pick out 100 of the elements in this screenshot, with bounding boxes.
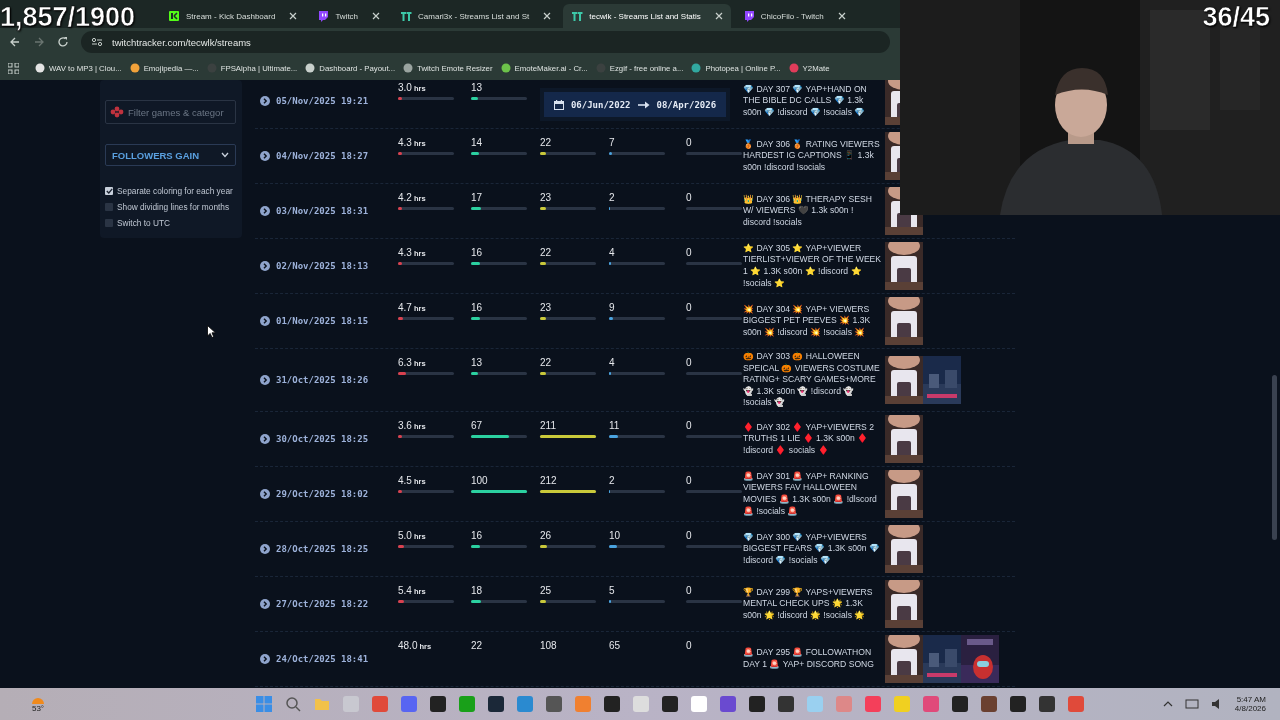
app-icon[interactable] (778, 696, 795, 712)
checkbox-label[interactable]: Show dividing lines for months (117, 202, 230, 212)
close-icon[interactable] (543, 12, 552, 20)
app-icon[interactable] (662, 696, 679, 712)
bookmark-icon (129, 63, 140, 73)
address-bar[interactable]: twitchtracker.com/tecwlk/streams (81, 31, 890, 53)
table-cell: 7 (609, 137, 615, 148)
calendar-icon (553, 99, 564, 110)
search-icon[interactable] (285, 696, 302, 712)
app-icon[interactable] (749, 696, 766, 712)
checkbox-label[interactable]: Separate coloring for each year (117, 186, 233, 196)
checkbox-label[interactable]: Switch to UTC (117, 218, 171, 228)
scrollbar-thumb[interactable] (1272, 375, 1277, 540)
table-cell: 0 (686, 357, 692, 368)
metric-dropdown[interactable]: FOLLOWERS GAIN (105, 144, 236, 166)
stream-title[interactable]: ♦ DAY 302 ♦ YAP+VIEWERS 2 TRUTHS 1 LIE ♦ 1.3K s00n ♦ !discord ♦ socials ♦ (743, 421, 885, 457)
temperature[interactable]: 53° (31, 703, 45, 713)
table-cell: 0 (686, 639, 692, 651)
start-date: 06/Jun/2022 (570, 99, 631, 110)
table-cell: 2 (609, 192, 615, 203)
stream-title[interactable]: 🏆 DAY 299 🏆 YAPS+VIEWERS MENTAL CHECK UPS 🌟 1.3K s00n 🌟 !discord 🌟 !socials 🌟 (743, 586, 885, 622)
chevron-circle-icon[interactable] (260, 261, 270, 271)
close-icon[interactable] (837, 12, 846, 20)
chevron-circle-icon[interactable] (260, 543, 270, 554)
table-cell: 9 (609, 302, 615, 313)
table-cell: 4 (609, 247, 615, 258)
tab-title[interactable]: tecwlk - Streams List and Statis (589, 11, 701, 21)
chevron-up-icon[interactable] (1162, 701, 1173, 707)
stream-date[interactable]: 02/Nov/2025 18:13 (276, 261, 369, 271)
app-icon[interactable] (604, 696, 621, 712)
browser-tab[interactable]: ChicoFilo - Twitch (734, 4, 854, 28)
table-cell: 16 (471, 302, 483, 313)
follower-counter: 1,857/1900 (0, 2, 136, 33)
table-cell: 4.3 (398, 247, 412, 258)
stream-title[interactable]: 🚨 DAY 295 🚨 FOLLOWATHON DAY 1 🚨 YAP+ DISCORD SONG (743, 647, 885, 671)
stream-date[interactable]: 03/Nov/2025 18:31 (276, 206, 369, 216)
table-cell: 5.4 (398, 584, 412, 596)
app-icon[interactable] (981, 696, 998, 712)
stream-title[interactable]: 🥉 DAY 306 🥉 RATING VIEWERS HARDEST IG CAPTIONS 📱 1.3k s00n !discord !socials (743, 138, 885, 174)
chevron-circle-icon[interactable] (260, 206, 270, 216)
tab-title[interactable]: ChicoFilo - Twitch (760, 11, 824, 21)
network-icon[interactable] (1184, 698, 1199, 710)
stream-date[interactable]: 05/Nov/2025 19:21 (276, 96, 369, 106)
chevron-circle-icon[interactable] (260, 653, 270, 664)
kick-logo-icon (168, 10, 180, 22)
date-range-picker[interactable]: 06/Jun/2022 08/Apr/2026 (540, 88, 730, 121)
tab-title[interactable]: Stream - Kick Dashboard (186, 11, 276, 21)
app-icon[interactable] (430, 696, 447, 712)
clock[interactable]: 5:47 AM 4/8/2026 (1234, 695, 1266, 713)
stream-title[interactable]: 💎 DAY 300 💎 YAP+VIEWERS BIGGEST FEARS 💎 1.3K s00n 💎 !discord 💎 !socials 💎 (743, 531, 885, 567)
app-icon[interactable] (952, 696, 969, 712)
chevron-circle-icon[interactable] (260, 598, 270, 609)
tab-title[interactable]: Twitch (335, 11, 359, 21)
stream-title[interactable]: 🎃 DAY 303 🎃 HALLOWEEN SPEICAL 🎃 VIEWERS COSTUME RATING+ SCARY GAMES+MORE 👻 1.3K s00n 👻 !discord 👻 !socials 👻 (743, 351, 885, 409)
checkbox[interactable] (105, 187, 113, 195)
table-cell: 23 (540, 302, 552, 313)
stream-date[interactable]: 27/Oct/2025 18:22 (276, 598, 369, 609)
app-icon[interactable] (1039, 696, 1056, 712)
stream-date[interactable]: 01/Nov/2025 18:15 (276, 316, 369, 326)
stream-title[interactable]: 👑 DAY 306 👑 THERAPY SESH W/ VIEWERS 🖤 1.3k s00n ! discord !socials (743, 193, 885, 229)
browser-tab[interactable]: Twitch (309, 4, 389, 28)
checkbox[interactable] (105, 203, 113, 211)
app-icon[interactable] (1010, 696, 1027, 712)
apps-grid-icon[interactable] (8, 62, 19, 74)
chevron-circle-icon[interactable] (260, 433, 270, 444)
chevron-circle-icon[interactable] (260, 316, 270, 326)
browser-tab[interactable]: tecwlk - Streams List and Statis (563, 4, 731, 28)
stream-date[interactable]: 29/Oct/2025 18:02 (276, 488, 369, 499)
stream-date[interactable]: 04/Nov/2025 18:27 (276, 151, 369, 161)
forward-icon[interactable] (33, 36, 45, 48)
chevron-circle-icon[interactable] (260, 488, 270, 499)
app-icon[interactable] (546, 696, 563, 712)
close-icon[interactable] (289, 12, 298, 20)
table-cell: 0 (686, 584, 692, 596)
close-icon[interactable] (714, 12, 723, 20)
url-text[interactable]: twitchtracker.com/tecwlk/streams (112, 36, 251, 48)
app-icon[interactable] (488, 696, 505, 712)
checkmark-icon (105, 188, 113, 194)
reload-icon[interactable] (57, 36, 69, 48)
stream-title[interactable]: 🚨 DAY 301 🚨 YAP+ RANKING VIEWERS FAV HALLOWEEN MOVIES 🚨 1.3K s00n 🚨 !dlscord 🚨 !socials 🚨 (743, 470, 885, 518)
stream-date[interactable]: 28/Oct/2025 18:25 (276, 543, 369, 554)
browser-tab[interactable]: Camari3x - Streams List and St (392, 4, 560, 28)
stream-title[interactable]: ⭐ DAY 305 ⭐ YAP+VIEWER TIERLIST+VIEWER OF THE WEEK 1 ⭐ 1.3K s00n ⭐ !discord ⭐ !socials ⭐ (743, 242, 885, 290)
chevron-circle-icon[interactable] (260, 375, 270, 385)
stream-date[interactable]: 30/Oct/2025 18:25 (276, 433, 369, 444)
stream-date[interactable]: 31/Oct/2025 18:26 (276, 375, 369, 385)
table-cell: 0 (686, 137, 692, 148)
tab-title[interactable]: Camari3x - Streams List and St (418, 11, 530, 21)
stream-title[interactable]: 💥 DAY 304 💥 YAP+ VIEWERS BIGGEST PET PEEVES 💥 1.3K s00n 💥 !discord 💥 !socials 💥 (743, 303, 885, 339)
stream-title[interactable]: 💎 DAY 307 💎 YAP+HAND ON THE BIBLE DC CALLS 💎 1.3k s00n 💎 !discord 💎 !socials 💎 (743, 83, 885, 119)
close-icon[interactable] (372, 12, 381, 20)
table-cell: 211 (540, 419, 556, 431)
chevron-circle-icon[interactable] (260, 151, 270, 161)
checkbox[interactable] (105, 219, 113, 227)
back-icon[interactable] (9, 36, 21, 48)
search-field[interactable]: Filter games & categor (105, 100, 236, 124)
chevron-circle-icon[interactable] (260, 96, 270, 106)
browser-tab[interactable]: Stream - Kick Dashboard (160, 4, 306, 28)
table-cell: 4.7 (398, 302, 412, 313)
stream-date[interactable]: 24/Oct/2025 18:41 (276, 653, 369, 664)
